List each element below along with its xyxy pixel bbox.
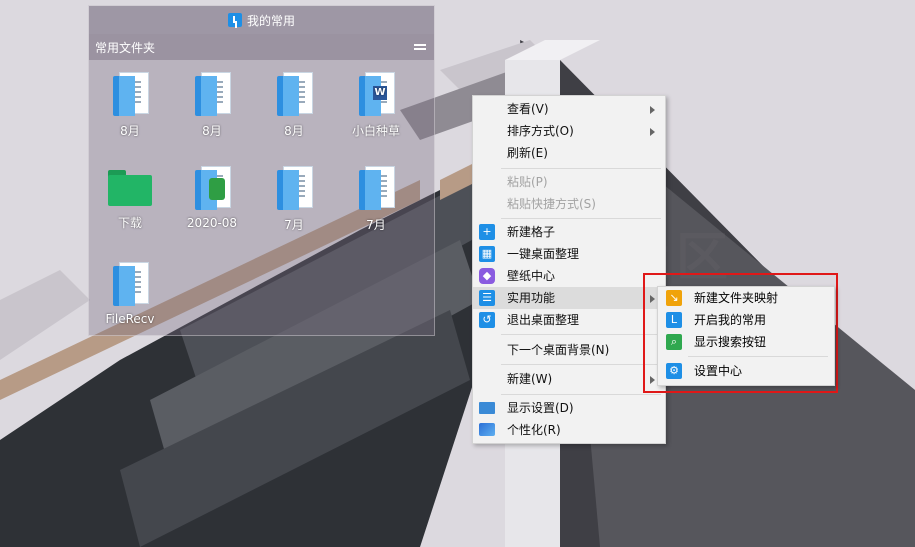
menu-separator: [501, 218, 661, 219]
context-menu: 查看(V) 排序方式(O) 刷新(E) 粘贴(P) 粘贴快捷方式(S) + 新建…: [472, 95, 666, 444]
menu-separator: [501, 364, 661, 365]
folder-map-icon: ↘: [666, 290, 682, 306]
menu-item-exit-organize[interactable]: ↺ 退出桌面整理: [473, 309, 665, 331]
menu-item-label: 设置中心: [694, 364, 743, 378]
menu-item-label: 新建文件夹映射: [694, 291, 779, 305]
fence-titlebar[interactable]: 我的常用: [89, 6, 434, 34]
chevron-right-icon: [650, 106, 655, 114]
menu-item-label: 退出桌面整理: [507, 313, 580, 327]
fence-item-label: 8月: [284, 124, 304, 138]
fence-header[interactable]: 常用文件夹: [89, 34, 434, 60]
undo-icon: ↺: [479, 312, 495, 328]
fence-item-label: 小白种草: [351, 124, 400, 138]
fence-item-label: 下载: [117, 216, 142, 230]
menu-item-sort[interactable]: 排序方式(O): [473, 120, 665, 142]
menu-item-label: 新建(W): [507, 372, 553, 386]
document-folder-icon: [277, 72, 313, 116]
menu-item-utilities[interactable]: ☰ 实用功能: [473, 287, 665, 309]
menu-item-next-background[interactable]: 下一个桌面背景(N): [473, 339, 665, 361]
fence-item[interactable]: 2020-08: [171, 166, 253, 230]
fence-item-label: FileRecv: [105, 312, 155, 326]
submenu-item-folder-map[interactable]: ↘ 新建文件夹映射: [658, 287, 834, 309]
fence-item[interactable]: 8月: [253, 72, 335, 139]
menu-item-label: 排序方式(O): [507, 124, 574, 138]
menu-item-paste-shortcut[interactable]: 粘贴快捷方式(S): [473, 193, 665, 215]
menu-item-label: 开启我的常用: [694, 313, 767, 327]
chevron-right-icon: [650, 128, 655, 136]
fence-item-label: 7月: [366, 218, 386, 232]
menu-item-new-fence[interactable]: + 新建格子: [473, 221, 665, 243]
menu-item-label: 显示搜索按钮: [694, 335, 767, 349]
menu-item-new[interactable]: 新建(W): [473, 368, 665, 390]
fence-item[interactable]: FileRecv: [89, 262, 171, 326]
fence-item[interactable]: 8月: [171, 72, 253, 139]
menu-item-label: 个性化(R): [507, 423, 561, 437]
menu-item-label: 一键桌面整理: [507, 247, 580, 261]
fence-item[interactable]: 7月: [335, 166, 417, 233]
menu-item-label: 刷新(E): [507, 146, 548, 160]
menu-item-label: 粘贴(P): [507, 175, 548, 189]
submenu-item-my-common[interactable]: L 开启我的常用: [658, 309, 834, 331]
plus-icon: +: [479, 224, 495, 240]
fence-item-label: 8月: [202, 124, 222, 138]
menu-separator: [501, 394, 661, 395]
menu-item-personalize[interactable]: 个性化(R): [473, 419, 665, 441]
menu-item-label: 查看(V): [507, 102, 549, 116]
list-view-icon[interactable]: [414, 42, 426, 52]
search-icon: ⌕: [666, 334, 682, 350]
menu-item-label: 新建格子: [507, 225, 556, 239]
fence-item-label: 2020-08: [186, 216, 238, 230]
document-folder-icon: [113, 72, 149, 116]
utilities-submenu: ↘ 新建文件夹映射 L 开启我的常用 ⌕ 显示搜索按钮 ⚙ 设置中心: [657, 286, 835, 386]
fence-item[interactable]: W 小白种草: [335, 72, 417, 139]
list-icon: ☰: [479, 290, 495, 306]
word-document-icon: W: [359, 72, 395, 116]
menu-item-label: 实用功能: [507, 291, 556, 305]
menu-separator: [688, 356, 828, 357]
fence-item-label: 7月: [284, 218, 304, 232]
menu-item-wallpaper-center[interactable]: ◆ 壁纸中心: [473, 265, 665, 287]
menu-item-label: 下一个桌面背景(N): [507, 343, 610, 357]
menu-item-paste[interactable]: 粘贴(P): [473, 171, 665, 193]
menu-item-label: 壁纸中心: [507, 269, 556, 283]
document-folder-icon: [113, 262, 149, 306]
document-folder-icon: [195, 72, 231, 116]
image-folder-icon: [195, 166, 231, 210]
menu-item-display-settings[interactable]: 显示设置(D): [473, 397, 665, 419]
document-folder-icon: [277, 166, 313, 210]
fence-title: 我的常用: [246, 13, 295, 28]
gear-icon: ⚙: [666, 363, 682, 379]
menu-item-refresh[interactable]: 刷新(E): [473, 142, 665, 164]
menu-separator: [501, 334, 661, 335]
monitor-icon: [479, 402, 495, 414]
fence-item[interactable]: 8月: [89, 72, 171, 139]
my-common-icon: L: [666, 312, 682, 328]
menu-item-auto-organize[interactable]: ▦ 一键桌面整理: [473, 243, 665, 265]
menu-item-label: 粘贴快捷方式(S): [507, 197, 596, 211]
fence-item-label: 8月: [120, 124, 140, 138]
document-folder-icon: [359, 166, 395, 210]
fence-item[interactable]: 7月: [253, 166, 335, 233]
my-common-icon: [227, 13, 242, 27]
cube-icon: ◆: [479, 268, 495, 284]
menu-item-view[interactable]: 查看(V): [473, 98, 665, 120]
personalize-icon: [479, 423, 495, 436]
submenu-item-settings-center[interactable]: ⚙ 设置中心: [658, 360, 834, 382]
submenu-item-search-button[interactable]: ⌕ 显示搜索按钮: [658, 331, 834, 353]
green-folder-icon: [108, 170, 152, 206]
fence-panel[interactable]: 我的常用 常用文件夹 8月 8月 8月 W 小白种草 下载 2020-08 7月…: [88, 5, 435, 336]
menu-separator: [501, 168, 661, 169]
layout-icon: ▦: [479, 246, 495, 262]
menu-item-label: 显示设置(D): [507, 401, 574, 415]
fence-item[interactable]: 下载: [89, 166, 171, 231]
fence-header-label: 常用文件夹: [95, 40, 156, 55]
